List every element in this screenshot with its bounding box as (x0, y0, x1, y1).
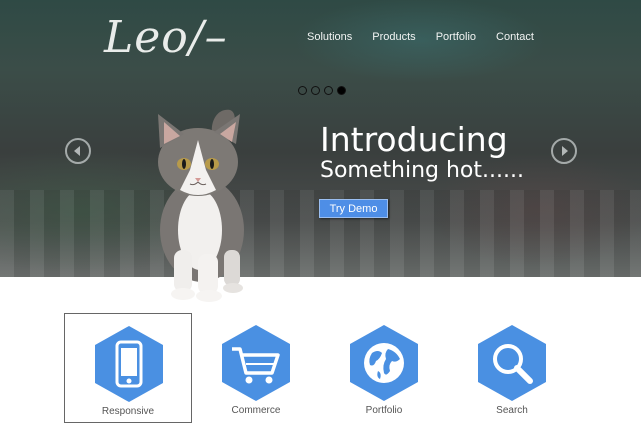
nav-item-products[interactable]: Products (372, 31, 415, 43)
slider-prev-button[interactable] (65, 138, 91, 164)
kitten-image (158, 109, 244, 302)
chevron-left-icon (74, 146, 80, 156)
nav-item-portfolio[interactable]: Portfolio (436, 31, 476, 43)
slider-next-button[interactable] (551, 138, 577, 164)
search-icon (478, 325, 546, 401)
feature-responsive[interactable]: Responsive (64, 313, 192, 423)
mobile-phone-icon (95, 326, 163, 402)
feature-search[interactable]: Search (448, 313, 576, 423)
slider-dot-3[interactable] (324, 86, 333, 95)
feature-label: Commerce (231, 405, 281, 416)
main-nav: Solutions Products Portfolio Contact (307, 31, 554, 43)
slider-dot-1[interactable] (298, 86, 307, 95)
nav-item-contact[interactable]: Contact (496, 31, 534, 43)
feature-label: Portfolio (365, 405, 403, 416)
feature-label: Search (496, 405, 528, 416)
hero-slider: Leo/– Solutions Products Portfolio Conta… (0, 0, 641, 277)
slider-dot-2[interactable] (311, 86, 320, 95)
feature-portfolio[interactable]: Portfolio (320, 313, 448, 423)
site-logo[interactable]: Leo/– (104, 12, 228, 63)
slide-title: Introducing (320, 120, 508, 159)
slider-dot-4[interactable] (337, 86, 346, 95)
feature-commerce[interactable]: Commerce (192, 313, 320, 423)
slide-subtitle: Something hot...... (320, 158, 524, 183)
globe-icon (350, 325, 418, 401)
try-demo-button[interactable]: Try Demo (319, 199, 388, 218)
slider-pagination (298, 86, 346, 95)
feature-label: Responsive (101, 406, 155, 417)
nav-item-solutions[interactable]: Solutions (307, 31, 352, 43)
chevron-right-icon (562, 146, 568, 156)
shopping-cart-icon (222, 325, 290, 401)
